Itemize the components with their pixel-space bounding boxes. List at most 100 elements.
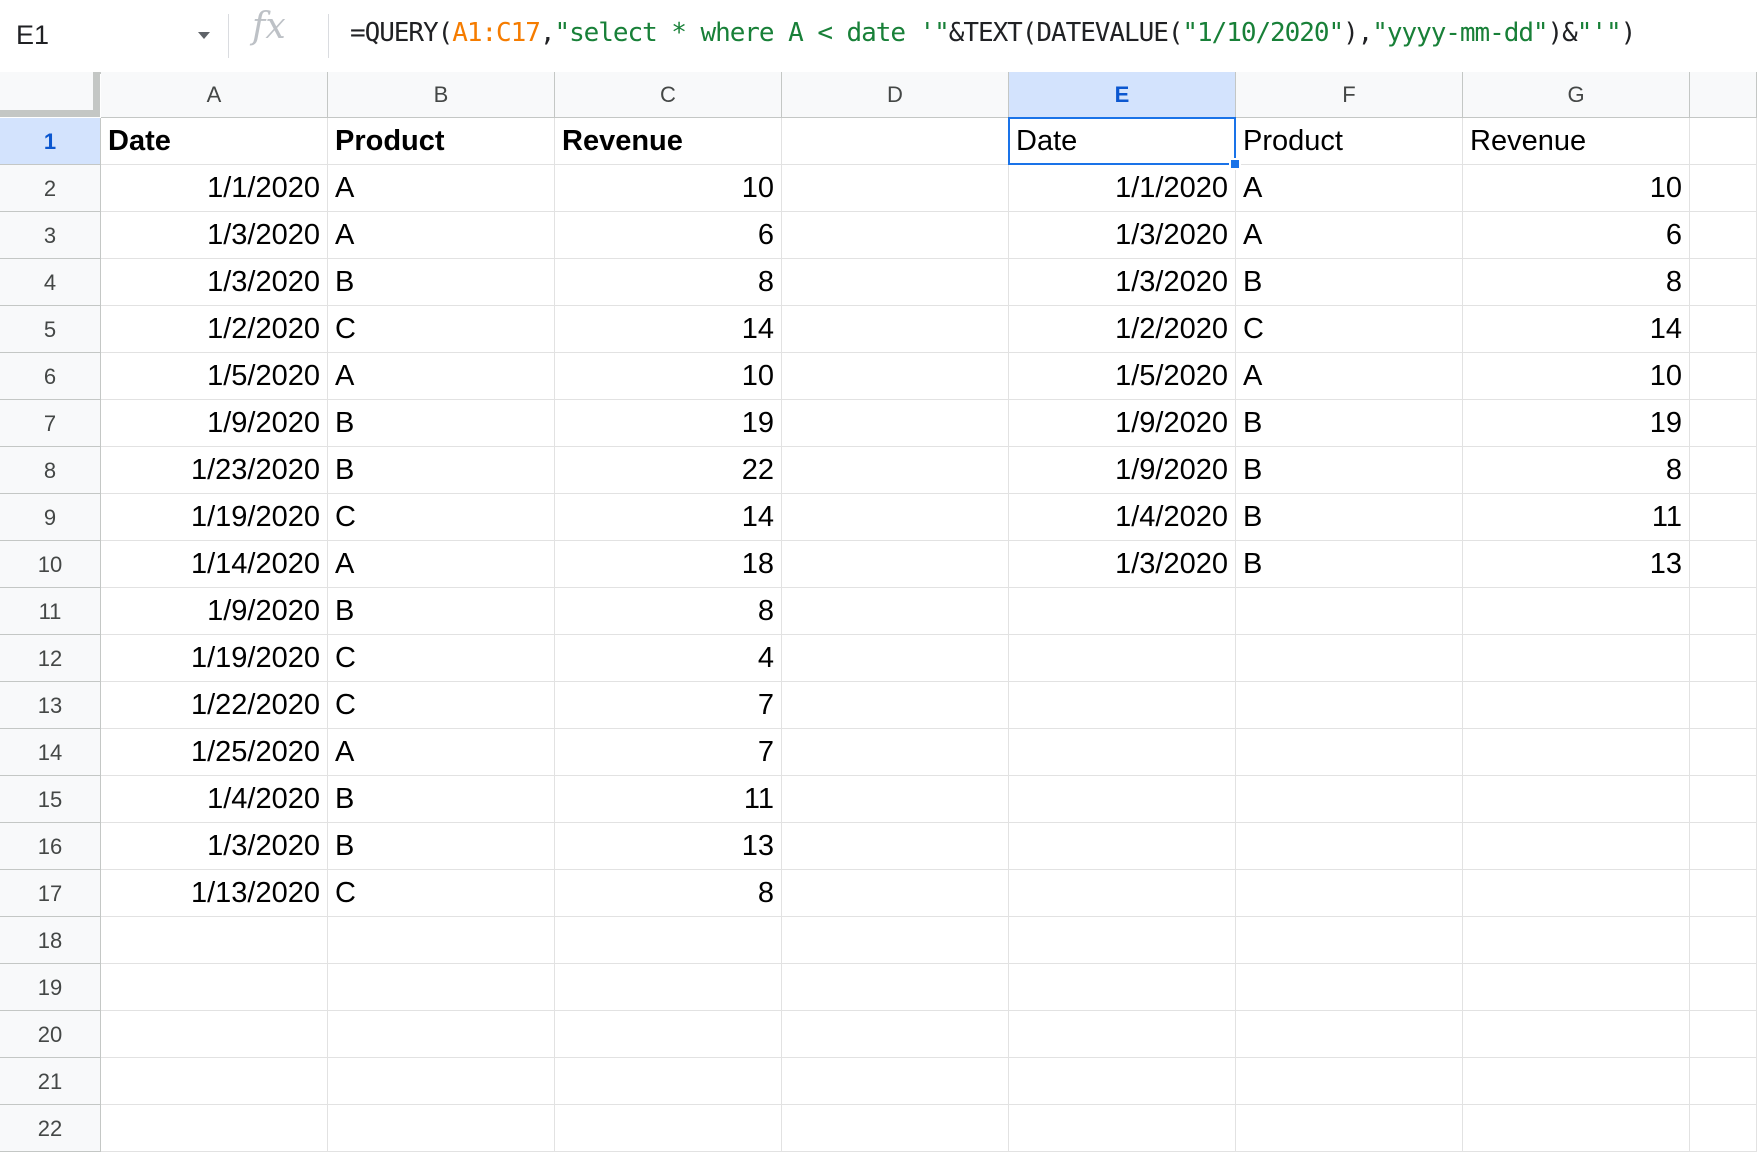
- grid-cell[interactable]: [101, 1011, 328, 1058]
- grid-cell[interactable]: 8: [555, 259, 782, 306]
- grid-cell[interactable]: [782, 870, 1009, 917]
- grid-cell[interactable]: [1236, 964, 1463, 1011]
- grid-cell[interactable]: [1009, 1105, 1236, 1152]
- grid-cell[interactable]: [1463, 1105, 1690, 1152]
- row-header[interactable]: 16: [0, 823, 101, 870]
- grid-cell[interactable]: 19: [1463, 400, 1690, 447]
- grid-cell[interactable]: [1690, 541, 1757, 588]
- row-header[interactable]: 20: [0, 1011, 101, 1058]
- row-header[interactable]: 9: [0, 494, 101, 541]
- select-all-corner[interactable]: [0, 72, 100, 117]
- grid-cell[interactable]: A: [328, 212, 555, 259]
- grid-cell[interactable]: [782, 1105, 1009, 1152]
- grid-cell[interactable]: B: [1236, 447, 1463, 494]
- row-header[interactable]: 1: [0, 118, 101, 165]
- grid-cell[interactable]: [782, 823, 1009, 870]
- grid-cell[interactable]: [1690, 635, 1757, 682]
- grid-cell[interactable]: 6: [555, 212, 782, 259]
- grid-cell[interactable]: [1009, 635, 1236, 682]
- grid-cell[interactable]: [782, 447, 1009, 494]
- grid-cell[interactable]: 18: [555, 541, 782, 588]
- grid-cell[interactable]: [328, 1011, 555, 1058]
- grid-cell[interactable]: 1/3/2020: [101, 823, 328, 870]
- grid-cell[interactable]: 1/25/2020: [101, 729, 328, 776]
- grid-cell[interactable]: [1690, 870, 1757, 917]
- grid-cell[interactable]: C: [328, 870, 555, 917]
- grid-cell[interactable]: [101, 1105, 328, 1152]
- grid-cell[interactable]: 1/3/2020: [101, 259, 328, 306]
- grid-cell[interactable]: [782, 964, 1009, 1011]
- grid-cell[interactable]: 1/1/2020: [101, 165, 328, 212]
- grid-cell[interactable]: B: [1236, 541, 1463, 588]
- grid-cell[interactable]: [1236, 1011, 1463, 1058]
- grid-cell[interactable]: [1690, 1011, 1757, 1058]
- row-header[interactable]: 10: [0, 541, 101, 588]
- grid-cell[interactable]: [1690, 447, 1757, 494]
- grid-cell[interactable]: 10: [1463, 165, 1690, 212]
- grid-cell[interactable]: A: [1236, 165, 1463, 212]
- grid-cell[interactable]: [782, 1011, 1009, 1058]
- grid-cell[interactable]: [782, 259, 1009, 306]
- grid-cell[interactable]: 7: [555, 682, 782, 729]
- column-header-f[interactable]: F: [1236, 72, 1463, 118]
- grid-cell[interactable]: 4: [555, 635, 782, 682]
- fill-handle[interactable]: [1229, 158, 1241, 170]
- grid-cell[interactable]: C: [1236, 306, 1463, 353]
- grid-cell[interactable]: Revenue: [1463, 118, 1690, 165]
- chevron-down-icon[interactable]: [198, 32, 210, 39]
- grid-cell[interactable]: [1009, 682, 1236, 729]
- grid-cell[interactable]: 1/5/2020: [101, 353, 328, 400]
- grid-cell[interactable]: [782, 588, 1009, 635]
- grid-cell[interactable]: [1690, 1058, 1757, 1105]
- grid-cell[interactable]: [555, 964, 782, 1011]
- grid-cell[interactable]: [1463, 682, 1690, 729]
- grid-cell[interactable]: [1236, 1058, 1463, 1105]
- grid-cell[interactable]: 1/3/2020: [1009, 212, 1236, 259]
- grid-cell[interactable]: [1009, 1011, 1236, 1058]
- column-header-b[interactable]: B: [328, 72, 555, 118]
- grid-cell[interactable]: 6: [1463, 212, 1690, 259]
- grid-cell[interactable]: 19: [555, 400, 782, 447]
- grid-cell[interactable]: 14: [555, 306, 782, 353]
- grid-cell[interactable]: [782, 635, 1009, 682]
- grid-cell[interactable]: [1236, 635, 1463, 682]
- grid-cell[interactable]: 1/9/2020: [1009, 447, 1236, 494]
- grid-cell[interactable]: [1463, 870, 1690, 917]
- grid-cell[interactable]: [782, 400, 1009, 447]
- row-header[interactable]: 13: [0, 682, 101, 729]
- grid-cell[interactable]: A: [1236, 212, 1463, 259]
- grid-cell[interactable]: [1690, 917, 1757, 964]
- grid-cell[interactable]: [1463, 776, 1690, 823]
- grid-cell[interactable]: [782, 118, 1009, 165]
- grid-cell[interactable]: [101, 917, 328, 964]
- row-header[interactable]: 18: [0, 917, 101, 964]
- grid-cell[interactable]: [1236, 917, 1463, 964]
- grid-cell[interactable]: 1/9/2020: [1009, 400, 1236, 447]
- grid-cell[interactable]: [1690, 353, 1757, 400]
- grid-cell[interactable]: 14: [1463, 306, 1690, 353]
- grid-cell[interactable]: 14: [555, 494, 782, 541]
- grid-cell[interactable]: 1/2/2020: [101, 306, 328, 353]
- grid-cell[interactable]: [1690, 400, 1757, 447]
- grid-cell[interactable]: 10: [555, 165, 782, 212]
- grid-cell[interactable]: [1236, 776, 1463, 823]
- grid-cell[interactable]: A: [328, 729, 555, 776]
- grid-cell[interactable]: [782, 729, 1009, 776]
- grid-cell[interactable]: [782, 165, 1009, 212]
- grid-cell[interactable]: [1690, 776, 1757, 823]
- grid-cell[interactable]: 22: [555, 447, 782, 494]
- name-box[interactable]: E1: [0, 10, 225, 62]
- grid-cell[interactable]: A: [1236, 353, 1463, 400]
- grid-cell[interactable]: 1/19/2020: [101, 635, 328, 682]
- grid-cell[interactable]: B: [328, 823, 555, 870]
- grid-cell[interactable]: [1463, 1011, 1690, 1058]
- column-header-e[interactable]: E: [1009, 72, 1236, 118]
- grid-cell[interactable]: 10: [1463, 353, 1690, 400]
- grid-cell[interactable]: 11: [1463, 494, 1690, 541]
- row-header[interactable]: 8: [0, 447, 101, 494]
- grid-cell[interactable]: B: [328, 447, 555, 494]
- grid-cell[interactable]: 1/3/2020: [101, 212, 328, 259]
- grid-cell[interactable]: [101, 964, 328, 1011]
- column-header-a[interactable]: A: [101, 72, 328, 118]
- grid-cell[interactable]: [1690, 212, 1757, 259]
